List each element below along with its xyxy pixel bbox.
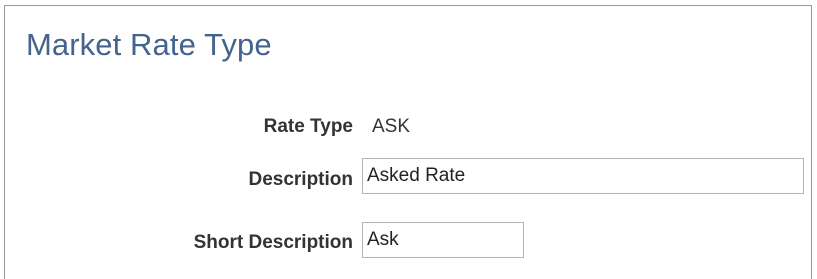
rate-type-value: ASK (372, 116, 411, 137)
description-label: Description (248, 169, 353, 190)
description-field[interactable]: Asked Rate (362, 158, 804, 194)
short-description-label: Short Description (193, 232, 353, 253)
page-panel: Market Rate Type Rate Type ASK Descripti… (4, 5, 812, 279)
page-title: Market Rate Type (26, 27, 272, 62)
short-description-field[interactable]: Ask (362, 222, 524, 258)
rate-type-label: Rate Type (263, 116, 353, 137)
